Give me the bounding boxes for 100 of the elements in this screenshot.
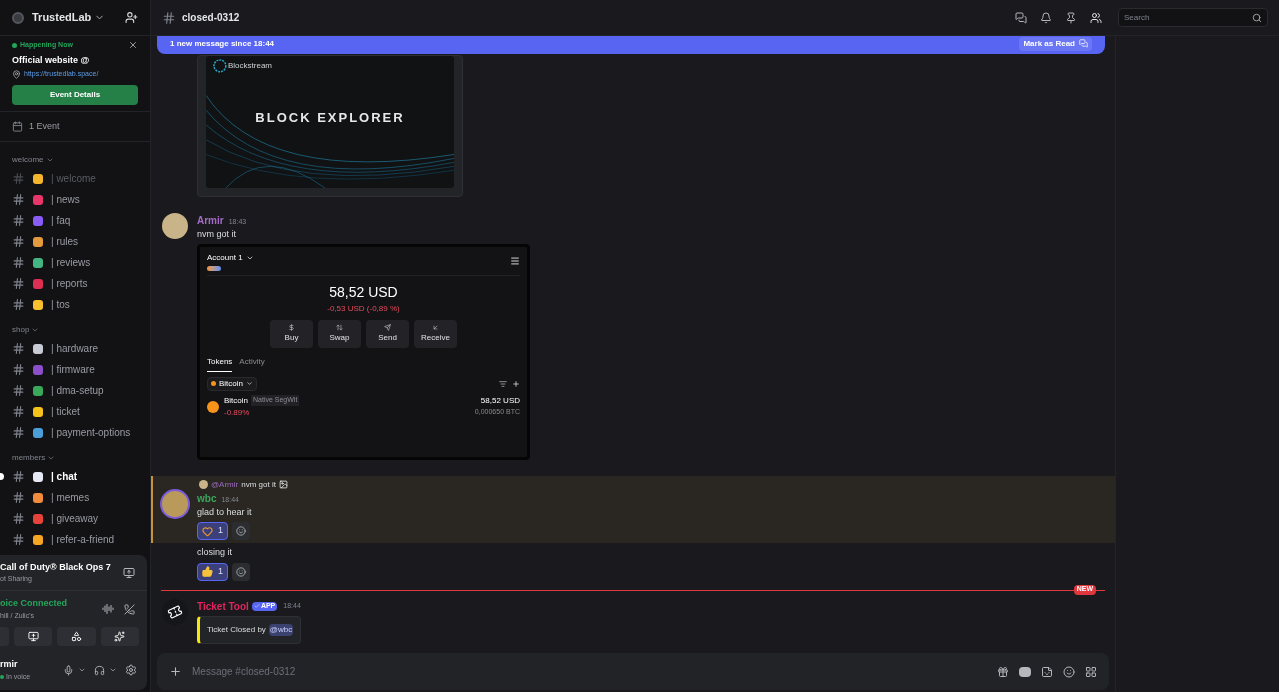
reply-author[interactable]: @Armir bbox=[211, 478, 239, 491]
hash-icon bbox=[12, 512, 25, 525]
threads-icon[interactable] bbox=[1015, 11, 1027, 24]
hash-icon bbox=[12, 277, 25, 290]
add-reaction-button[interactable] bbox=[232, 562, 250, 581]
activities-button[interactable] bbox=[57, 627, 96, 646]
heart-icon bbox=[202, 525, 213, 537]
channel-item[interactable]: | firmware bbox=[51, 362, 95, 377]
user-name: rmir bbox=[0, 658, 19, 671]
hash-icon bbox=[12, 426, 25, 439]
wallet-tab[interactable]: Tokens bbox=[207, 355, 233, 372]
hash-icon bbox=[12, 256, 25, 269]
headphones-icon[interactable] bbox=[94, 664, 105, 676]
soundboard-button[interactable] bbox=[100, 627, 139, 646]
check-icon bbox=[253, 603, 260, 609]
reaction-button[interactable]: 1 bbox=[197, 522, 228, 540]
user-mention[interactable]: @wbc bbox=[268, 623, 294, 636]
chevron-icon bbox=[47, 454, 56, 462]
server-name[interactable]: TrustedLab bbox=[32, 9, 92, 26]
channel-item[interactable]: | giveaway bbox=[51, 511, 99, 526]
channel-item[interactable]: | news bbox=[51, 192, 80, 207]
channel-item[interactable]: | tos bbox=[51, 297, 70, 312]
apps-icon[interactable] bbox=[1085, 665, 1097, 678]
author-name[interactable]: Ticket Tool bbox=[197, 598, 249, 614]
channel-item[interactable]: | reports bbox=[51, 276, 88, 291]
emoji-icon[interactable] bbox=[1063, 665, 1075, 678]
channel-item[interactable]: | reviews bbox=[51, 255, 91, 270]
hash-icon bbox=[12, 298, 25, 311]
activity-title: Call of Duty® Black Ops 7 bbox=[0, 560, 111, 574]
message-composer[interactable]: Message #closed-0312 bbox=[157, 653, 1109, 690]
category-label[interactable]: members bbox=[12, 452, 46, 464]
channel-item[interactable]: | refer-a-friend bbox=[51, 532, 115, 547]
settings-icon[interactable] bbox=[125, 664, 137, 676]
mark-as-read-button[interactable]: Mark as Read bbox=[1019, 36, 1092, 51]
channel-item[interactable]: | ticket bbox=[51, 404, 80, 419]
screen-share-button[interactable] bbox=[14, 627, 53, 646]
add-attachment-icon[interactable] bbox=[169, 665, 182, 678]
filter-icon[interactable] bbox=[499, 379, 507, 388]
author-name[interactable]: wbc bbox=[197, 490, 217, 506]
receive-icon bbox=[432, 323, 439, 331]
author-name[interactable]: Armir bbox=[197, 213, 224, 228]
message-text: closing it bbox=[197, 546, 233, 559]
channel-item[interactable]: | dma-setup bbox=[51, 383, 104, 398]
wallet-action-button[interactable]: Send bbox=[366, 319, 409, 348]
wallet-action-button[interactable]: Buy bbox=[270, 319, 313, 348]
channel-item[interactable]: | hardware bbox=[51, 341, 99, 356]
add-member-icon[interactable] bbox=[125, 11, 138, 24]
bell-icon[interactable] bbox=[1040, 11, 1052, 24]
channel-item[interactable]: | memes bbox=[51, 490, 90, 505]
event-title: Official website @ bbox=[12, 53, 91, 67]
search-icon bbox=[1252, 12, 1262, 23]
bitcoin-icon bbox=[211, 381, 216, 386]
chevron-icon bbox=[246, 380, 253, 387]
channel-item[interactable]: | rules bbox=[51, 234, 79, 249]
image-icon bbox=[278, 480, 288, 489]
channel-item[interactable]: | faq bbox=[51, 213, 71, 228]
token-filter-button[interactable]: Bitcoin bbox=[207, 376, 257, 391]
message-input[interactable]: Message #closed-0312 bbox=[192, 664, 987, 679]
balance: 58,52 USD bbox=[329, 282, 398, 302]
channel-item[interactable]: | payment-options bbox=[51, 425, 131, 440]
channel-item[interactable]: | chat bbox=[51, 469, 78, 484]
disconnect-icon[interactable] bbox=[124, 603, 135, 615]
chevron-icon bbox=[31, 326, 40, 334]
wallet-action-button[interactable]: Swap bbox=[318, 319, 361, 348]
search-field[interactable]: Search bbox=[1118, 8, 1268, 27]
send-icon bbox=[384, 323, 391, 331]
category-label[interactable]: shop bbox=[12, 324, 30, 336]
hash-icon bbox=[12, 405, 25, 418]
screen-share-icon bbox=[27, 631, 39, 642]
hash-icon bbox=[12, 235, 25, 248]
close-icon[interactable] bbox=[128, 40, 138, 51]
chevron-icon[interactable] bbox=[78, 666, 86, 674]
audio-icon[interactable] bbox=[102, 603, 114, 615]
account-name[interactable]: Account 1 bbox=[207, 251, 243, 264]
hash-icon bbox=[12, 363, 25, 376]
sticker-icon[interactable] bbox=[1041, 665, 1053, 678]
event-details-button[interactable]: Event Details bbox=[12, 84, 138, 105]
category-label[interactable]: welcome bbox=[12, 154, 44, 166]
hash-icon bbox=[162, 10, 176, 25]
wallet-action-button[interactable]: Receive bbox=[414, 319, 457, 348]
screen-share-icon[interactable] bbox=[123, 566, 135, 579]
search-input[interactable]: Search bbox=[1124, 11, 1252, 24]
chevron-icon[interactable] bbox=[109, 666, 117, 674]
swap-icon bbox=[336, 323, 343, 331]
menu-icon[interactable] bbox=[510, 255, 520, 266]
voice-status[interactable]: oice Connected bbox=[0, 597, 67, 611]
hash-icon bbox=[12, 172, 25, 185]
calendar-icon bbox=[12, 120, 23, 132]
sparkle-icon bbox=[114, 631, 126, 642]
add-reaction-button[interactable] bbox=[232, 522, 250, 540]
microphone-icon[interactable] bbox=[63, 664, 74, 676]
pin-icon[interactable] bbox=[1065, 11, 1077, 24]
reaction-button[interactable]: 1 bbox=[197, 562, 228, 581]
events-link[interactable]: 1 Event bbox=[29, 119, 60, 133]
new-messages-text: 1 new message since 18:44 bbox=[170, 37, 275, 50]
add-icon[interactable] bbox=[512, 379, 520, 388]
members-icon[interactable] bbox=[1090, 11, 1102, 24]
token-name: Bitcoin bbox=[224, 394, 248, 407]
wallet-tab[interactable]: Activity bbox=[239, 355, 265, 372]
gift-icon[interactable] bbox=[997, 665, 1009, 678]
